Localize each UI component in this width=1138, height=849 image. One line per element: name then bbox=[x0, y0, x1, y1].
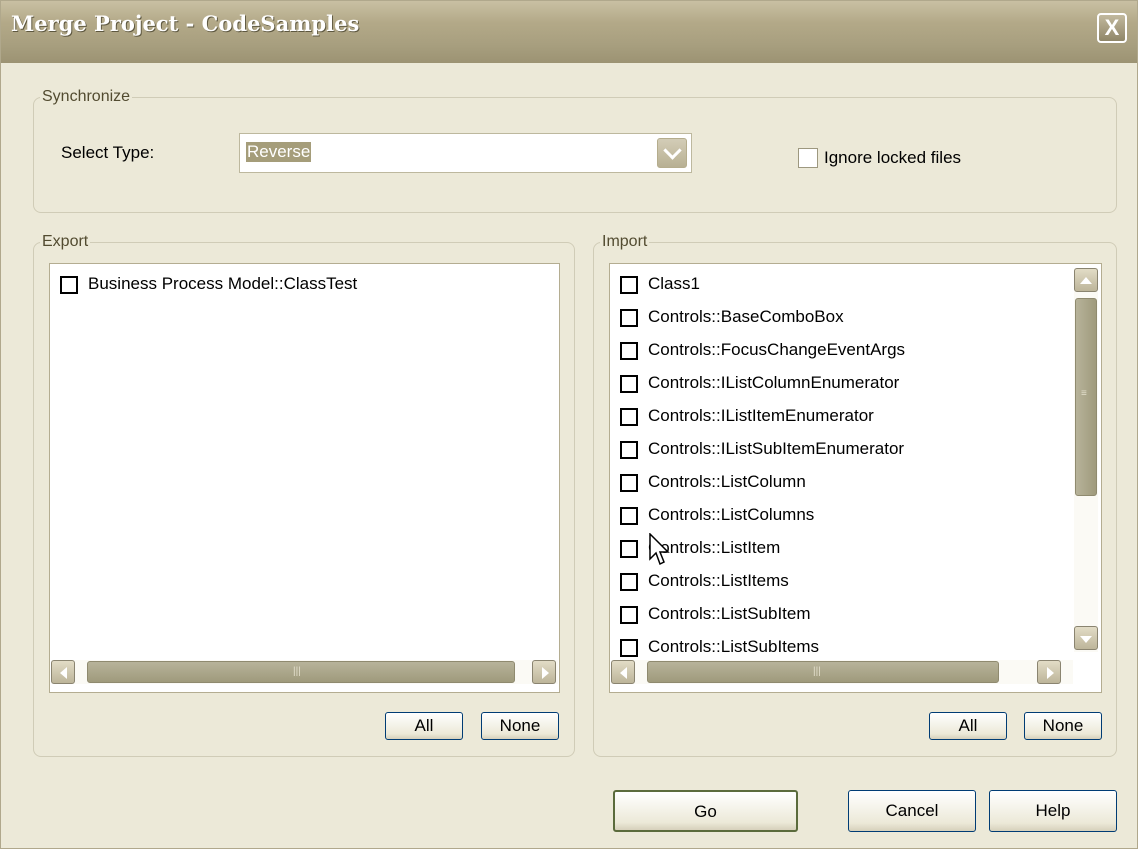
list-item-label: Class1 bbox=[648, 274, 700, 293]
cancel-button[interactable]: Cancel bbox=[848, 790, 976, 832]
arrow-left-icon bbox=[620, 667, 627, 679]
list-item-label: Controls::BaseComboBox bbox=[648, 307, 844, 326]
select-type-dropdown[interactable]: Reverse bbox=[239, 133, 692, 173]
export-horizontal-scrollbar[interactable]: ||| bbox=[51, 660, 558, 684]
item-checkbox[interactable] bbox=[620, 540, 638, 558]
go-button[interactable]: Go bbox=[613, 790, 798, 832]
list-item-label: Controls::ListColumn bbox=[648, 472, 806, 491]
list-item-label: Controls::ListItems bbox=[648, 571, 789, 590]
dropdown-arrow-button[interactable] bbox=[657, 138, 687, 168]
close-icon: X bbox=[1104, 15, 1120, 40]
merge-project-dialog: Merge Project - CodeSamples X Synchroniz… bbox=[0, 0, 1138, 849]
export-list[interactable]: Business Process Model::ClassTest ||| bbox=[49, 263, 560, 693]
grip-icon: ≡ bbox=[1081, 388, 1087, 399]
list-item-label: Business Process Model::ClassTest bbox=[88, 274, 358, 293]
export-all-button[interactable]: All bbox=[385, 712, 463, 740]
close-button[interactable]: X bbox=[1097, 13, 1127, 43]
scroll-left-button[interactable] bbox=[51, 660, 75, 684]
arrow-down-icon bbox=[1080, 636, 1092, 643]
title-bar[interactable]: Merge Project - CodeSamples X bbox=[1, 1, 1137, 63]
arrow-right-icon bbox=[542, 667, 549, 679]
list-item-label: Controls::IListColumnEnumerator bbox=[648, 373, 900, 392]
scroll-right-button[interactable] bbox=[1037, 660, 1061, 684]
mouse-cursor-icon bbox=[649, 533, 670, 566]
import-vertical-scrollbar[interactable]: ≡ bbox=[1074, 268, 1098, 652]
window-title: Merge Project - CodeSamples bbox=[11, 11, 360, 36]
list-item-label: Controls::FocusChangeEventArgs bbox=[648, 340, 906, 359]
scroll-up-button[interactable] bbox=[1074, 268, 1098, 292]
item-checkbox[interactable] bbox=[620, 276, 638, 294]
import-horizontal-scrollbar[interactable]: ||| bbox=[611, 660, 1073, 684]
scroll-thumb[interactable]: ||| bbox=[87, 661, 515, 683]
item-checkbox[interactable] bbox=[620, 309, 638, 327]
scroll-down-button[interactable] bbox=[1074, 626, 1098, 650]
select-type-value: Reverse bbox=[246, 142, 312, 162]
item-checkbox[interactable] bbox=[620, 573, 638, 591]
import-list[interactable]: Class1 Controls::BaseComboBox Controls::… bbox=[609, 263, 1102, 693]
scroll-right-button[interactable] bbox=[532, 660, 556, 684]
item-checkbox[interactable] bbox=[620, 474, 638, 492]
item-checkbox[interactable] bbox=[620, 507, 638, 525]
export-none-button[interactable]: None bbox=[481, 712, 559, 740]
list-item-label: Controls::IListItemEnumerator bbox=[648, 406, 874, 425]
item-checkbox[interactable] bbox=[620, 375, 638, 393]
ignore-locked-label[interactable]: Ignore locked files bbox=[824, 148, 961, 168]
grip-icon: ||| bbox=[293, 666, 301, 677]
list-item-label: Controls::ListSubItem bbox=[648, 604, 811, 623]
scroll-left-button[interactable] bbox=[611, 660, 635, 684]
help-button[interactable]: Help bbox=[989, 790, 1117, 832]
scroll-thumb[interactable]: ||| bbox=[647, 661, 999, 683]
item-checkbox[interactable] bbox=[60, 276, 78, 294]
item-checkbox[interactable] bbox=[620, 342, 638, 360]
import-none-button[interactable]: None bbox=[1024, 712, 1102, 740]
arrow-right-icon bbox=[1047, 667, 1054, 679]
arrow-left-icon bbox=[60, 667, 67, 679]
item-checkbox[interactable] bbox=[620, 606, 638, 624]
import-all-button[interactable]: All bbox=[929, 712, 1007, 740]
item-checkbox[interactable] bbox=[620, 408, 638, 426]
synchronize-legend: Synchronize bbox=[42, 88, 131, 105]
list-item-label: Controls::ListSubItems bbox=[648, 637, 820, 656]
export-legend: Export bbox=[42, 233, 89, 250]
item-checkbox[interactable] bbox=[620, 639, 638, 657]
list-item-label: Controls::IListSubItemEnumerator bbox=[648, 439, 905, 458]
arrow-up-icon bbox=[1080, 277, 1092, 284]
import-legend: Import bbox=[602, 233, 648, 250]
chevron-down-icon bbox=[663, 141, 682, 160]
grip-icon: ||| bbox=[813, 666, 821, 677]
scroll-thumb[interactable]: ≡ bbox=[1075, 298, 1097, 496]
list-item-label: Controls::ListColumns bbox=[648, 505, 815, 524]
select-type-label: Select Type: bbox=[61, 143, 155, 162]
item-checkbox[interactable] bbox=[620, 441, 638, 459]
ignore-locked-checkbox[interactable] bbox=[798, 148, 818, 168]
